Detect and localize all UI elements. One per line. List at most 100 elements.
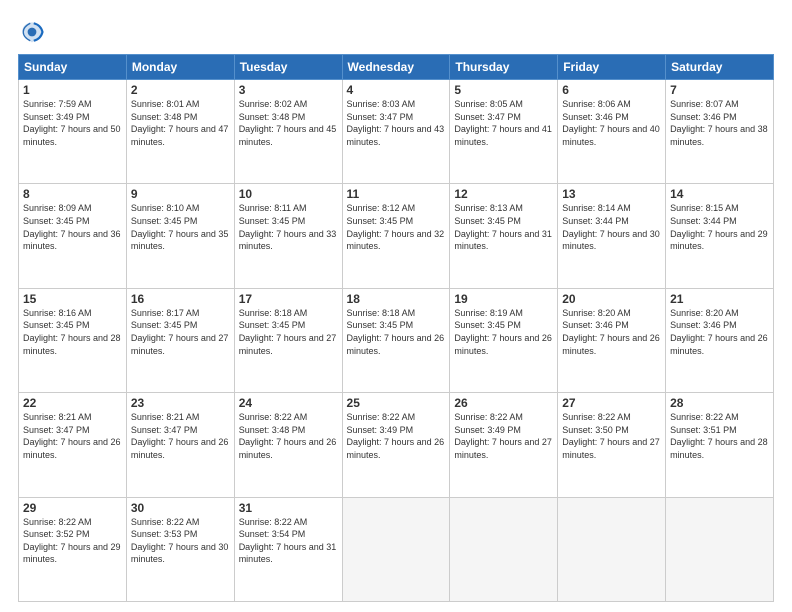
- calendar-week-4: 22Sunrise: 8:21 AMSunset: 3:47 PMDayligh…: [19, 393, 774, 497]
- day-info: Sunrise: 8:01 AMSunset: 3:48 PMDaylight:…: [131, 98, 230, 148]
- page: SundayMondayTuesdayWednesdayThursdayFrid…: [0, 0, 792, 612]
- calendar-week-3: 15Sunrise: 8:16 AMSunset: 3:45 PMDayligh…: [19, 288, 774, 392]
- day-number: 24: [239, 396, 338, 410]
- day-number: 10: [239, 187, 338, 201]
- calendar-body: 1Sunrise: 7:59 AMSunset: 3:49 PMDaylight…: [19, 80, 774, 602]
- calendar-cell: 23Sunrise: 8:21 AMSunset: 3:47 PMDayligh…: [126, 393, 234, 497]
- calendar-cell: 21Sunrise: 8:20 AMSunset: 3:46 PMDayligh…: [666, 288, 774, 392]
- day-info: Sunrise: 8:10 AMSunset: 3:45 PMDaylight:…: [131, 202, 230, 252]
- day-number: 5: [454, 83, 553, 97]
- calendar-cell: 10Sunrise: 8:11 AMSunset: 3:45 PMDayligh…: [234, 184, 342, 288]
- calendar-cell: 28Sunrise: 8:22 AMSunset: 3:51 PMDayligh…: [666, 393, 774, 497]
- calendar-cell: 24Sunrise: 8:22 AMSunset: 3:48 PMDayligh…: [234, 393, 342, 497]
- calendar-cell: 17Sunrise: 8:18 AMSunset: 3:45 PMDayligh…: [234, 288, 342, 392]
- calendar-cell: 26Sunrise: 8:22 AMSunset: 3:49 PMDayligh…: [450, 393, 558, 497]
- day-number: 23: [131, 396, 230, 410]
- day-info: Sunrise: 8:15 AMSunset: 3:44 PMDaylight:…: [670, 202, 769, 252]
- logo: [18, 18, 48, 46]
- day-number: 15: [23, 292, 122, 306]
- day-number: 19: [454, 292, 553, 306]
- calendar-cell: 16Sunrise: 8:17 AMSunset: 3:45 PMDayligh…: [126, 288, 234, 392]
- weekday-row: SundayMondayTuesdayWednesdayThursdayFrid…: [19, 55, 774, 80]
- day-number: 18: [347, 292, 446, 306]
- day-number: 17: [239, 292, 338, 306]
- day-number: 1: [23, 83, 122, 97]
- day-info: Sunrise: 8:20 AMSunset: 3:46 PMDaylight:…: [670, 307, 769, 357]
- calendar-week-5: 29Sunrise: 8:22 AMSunset: 3:52 PMDayligh…: [19, 497, 774, 601]
- day-info: Sunrise: 8:12 AMSunset: 3:45 PMDaylight:…: [347, 202, 446, 252]
- day-info: Sunrise: 8:18 AMSunset: 3:45 PMDaylight:…: [239, 307, 338, 357]
- weekday-header-sunday: Sunday: [19, 55, 127, 80]
- calendar-cell: 20Sunrise: 8:20 AMSunset: 3:46 PMDayligh…: [558, 288, 666, 392]
- day-number: 28: [670, 396, 769, 410]
- weekday-header-tuesday: Tuesday: [234, 55, 342, 80]
- calendar-cell: 2Sunrise: 8:01 AMSunset: 3:48 PMDaylight…: [126, 80, 234, 184]
- day-info: Sunrise: 8:19 AMSunset: 3:45 PMDaylight:…: [454, 307, 553, 357]
- calendar-cell: 7Sunrise: 8:07 AMSunset: 3:46 PMDaylight…: [666, 80, 774, 184]
- header: [18, 18, 774, 46]
- calendar-cell: 29Sunrise: 8:22 AMSunset: 3:52 PMDayligh…: [19, 497, 127, 601]
- day-info: Sunrise: 8:14 AMSunset: 3:44 PMDaylight:…: [562, 202, 661, 252]
- calendar-cell: [342, 497, 450, 601]
- day-number: 27: [562, 396, 661, 410]
- day-info: Sunrise: 8:03 AMSunset: 3:47 PMDaylight:…: [347, 98, 446, 148]
- calendar-table: SundayMondayTuesdayWednesdayThursdayFrid…: [18, 54, 774, 602]
- weekday-header-wednesday: Wednesday: [342, 55, 450, 80]
- calendar-cell: 6Sunrise: 8:06 AMSunset: 3:46 PMDaylight…: [558, 80, 666, 184]
- calendar-cell: 18Sunrise: 8:18 AMSunset: 3:45 PMDayligh…: [342, 288, 450, 392]
- day-number: 16: [131, 292, 230, 306]
- day-info: Sunrise: 8:21 AMSunset: 3:47 PMDaylight:…: [131, 411, 230, 461]
- day-number: 22: [23, 396, 122, 410]
- day-number: 9: [131, 187, 230, 201]
- calendar-week-1: 1Sunrise: 7:59 AMSunset: 3:49 PMDaylight…: [19, 80, 774, 184]
- day-number: 11: [347, 187, 446, 201]
- day-number: 29: [23, 501, 122, 515]
- calendar-cell: 5Sunrise: 8:05 AMSunset: 3:47 PMDaylight…: [450, 80, 558, 184]
- calendar-cell: [450, 497, 558, 601]
- logo-icon: [18, 18, 46, 46]
- day-info: Sunrise: 8:22 AMSunset: 3:49 PMDaylight:…: [454, 411, 553, 461]
- day-number: 2: [131, 83, 230, 97]
- calendar-cell: 12Sunrise: 8:13 AMSunset: 3:45 PMDayligh…: [450, 184, 558, 288]
- day-info: Sunrise: 8:02 AMSunset: 3:48 PMDaylight:…: [239, 98, 338, 148]
- calendar-cell: 9Sunrise: 8:10 AMSunset: 3:45 PMDaylight…: [126, 184, 234, 288]
- day-info: Sunrise: 8:17 AMSunset: 3:45 PMDaylight:…: [131, 307, 230, 357]
- calendar-header: SundayMondayTuesdayWednesdayThursdayFrid…: [19, 55, 774, 80]
- day-number: 12: [454, 187, 553, 201]
- day-info: Sunrise: 8:22 AMSunset: 3:52 PMDaylight:…: [23, 516, 122, 566]
- day-info: Sunrise: 8:05 AMSunset: 3:47 PMDaylight:…: [454, 98, 553, 148]
- weekday-header-thursday: Thursday: [450, 55, 558, 80]
- day-info: Sunrise: 8:16 AMSunset: 3:45 PMDaylight:…: [23, 307, 122, 357]
- calendar-cell: 8Sunrise: 8:09 AMSunset: 3:45 PMDaylight…: [19, 184, 127, 288]
- weekday-header-saturday: Saturday: [666, 55, 774, 80]
- day-number: 6: [562, 83, 661, 97]
- day-info: Sunrise: 8:22 AMSunset: 3:48 PMDaylight:…: [239, 411, 338, 461]
- calendar-cell: 22Sunrise: 8:21 AMSunset: 3:47 PMDayligh…: [19, 393, 127, 497]
- weekday-header-friday: Friday: [558, 55, 666, 80]
- day-info: Sunrise: 8:20 AMSunset: 3:46 PMDaylight:…: [562, 307, 661, 357]
- day-info: Sunrise: 8:11 AMSunset: 3:45 PMDaylight:…: [239, 202, 338, 252]
- calendar-cell: 25Sunrise: 8:22 AMSunset: 3:49 PMDayligh…: [342, 393, 450, 497]
- calendar-cell: 27Sunrise: 8:22 AMSunset: 3:50 PMDayligh…: [558, 393, 666, 497]
- calendar-cell: 3Sunrise: 8:02 AMSunset: 3:48 PMDaylight…: [234, 80, 342, 184]
- day-number: 4: [347, 83, 446, 97]
- calendar-cell: 14Sunrise: 8:15 AMSunset: 3:44 PMDayligh…: [666, 184, 774, 288]
- day-info: Sunrise: 8:13 AMSunset: 3:45 PMDaylight:…: [454, 202, 553, 252]
- day-number: 25: [347, 396, 446, 410]
- day-number: 30: [131, 501, 230, 515]
- day-number: 7: [670, 83, 769, 97]
- calendar-cell: [666, 497, 774, 601]
- day-number: 21: [670, 292, 769, 306]
- day-number: 3: [239, 83, 338, 97]
- calendar-cell: 19Sunrise: 8:19 AMSunset: 3:45 PMDayligh…: [450, 288, 558, 392]
- calendar-cell: 13Sunrise: 8:14 AMSunset: 3:44 PMDayligh…: [558, 184, 666, 288]
- calendar-week-2: 8Sunrise: 8:09 AMSunset: 3:45 PMDaylight…: [19, 184, 774, 288]
- day-number: 14: [670, 187, 769, 201]
- day-info: Sunrise: 7:59 AMSunset: 3:49 PMDaylight:…: [23, 98, 122, 148]
- day-info: Sunrise: 8:07 AMSunset: 3:46 PMDaylight:…: [670, 98, 769, 148]
- day-info: Sunrise: 8:21 AMSunset: 3:47 PMDaylight:…: [23, 411, 122, 461]
- day-number: 8: [23, 187, 122, 201]
- day-number: 20: [562, 292, 661, 306]
- day-number: 26: [454, 396, 553, 410]
- day-info: Sunrise: 8:06 AMSunset: 3:46 PMDaylight:…: [562, 98, 661, 148]
